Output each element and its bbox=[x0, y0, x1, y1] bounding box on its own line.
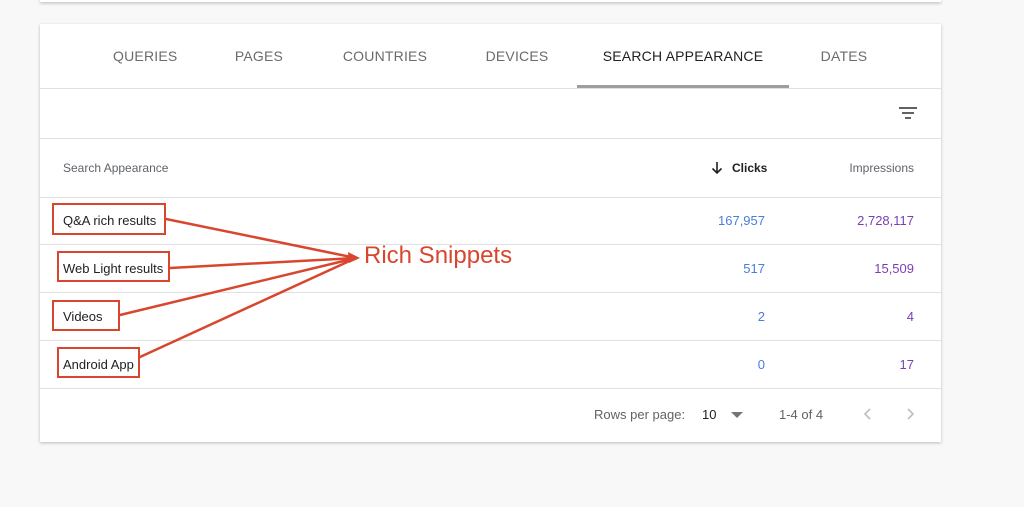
chevron-right-icon[interactable] bbox=[902, 406, 918, 422]
pagination-range: 1-4 of 4 bbox=[779, 407, 824, 422]
row-clicks: 0 bbox=[757, 357, 765, 372]
filter-icon[interactable] bbox=[896, 101, 920, 125]
row-clicks: 517 bbox=[743, 261, 765, 276]
tab-devices[interactable]: DEVICES bbox=[480, 24, 554, 88]
table-row[interactable]: Android App 0 17 bbox=[40, 341, 941, 389]
chevron-left-icon[interactable] bbox=[860, 406, 876, 422]
dropdown-arrow-icon[interactable] bbox=[731, 412, 743, 418]
tab-pages[interactable]: PAGES bbox=[230, 24, 288, 88]
highlight-box bbox=[57, 347, 140, 378]
tab-dates[interactable]: DATES bbox=[816, 24, 872, 88]
row-clicks: 167,957 bbox=[718, 213, 765, 228]
active-tab-indicator bbox=[577, 85, 789, 88]
column-header-search-appearance[interactable]: Search Appearance bbox=[63, 139, 168, 197]
rows-per-page-label: Rows per page: bbox=[594, 407, 686, 422]
tab-queries[interactable]: QUERIES bbox=[113, 24, 177, 88]
tab-search-appearance[interactable]: SEARCH APPEARANCE bbox=[577, 24, 789, 88]
tab-countries[interactable]: COUNTRIES bbox=[340, 24, 430, 88]
dimension-tabs: QUERIES PAGES COUNTRIES DEVICES SEARCH A… bbox=[40, 24, 941, 89]
table-row[interactable]: Q&A rich results 167,957 2,728,117 bbox=[40, 197, 941, 245]
performance-table-card: QUERIES PAGES COUNTRIES DEVICES SEARCH A… bbox=[40, 24, 941, 442]
row-impressions: 15,509 bbox=[874, 261, 914, 276]
rich-snippets-annotation: Rich Snippets bbox=[364, 242, 513, 269]
row-impressions: 2,728,117 bbox=[857, 213, 914, 228]
table-row[interactable]: Videos 2 4 bbox=[40, 293, 941, 341]
rows-per-page-select[interactable]: 10 bbox=[702, 387, 716, 442]
row-impressions: 4 bbox=[906, 309, 914, 324]
highlight-box bbox=[52, 203, 166, 235]
table-header: Search Appearance Clicks Impressions bbox=[40, 139, 941, 198]
column-header-impressions[interactable]: Impressions bbox=[820, 139, 914, 197]
row-impressions: 17 bbox=[899, 357, 914, 372]
pagination-bar: Rows per page: 10 1-4 of 4 bbox=[40, 387, 941, 442]
highlight-box bbox=[57, 251, 170, 282]
highlight-box bbox=[52, 300, 120, 331]
column-header-clicks[interactable]: Clicks bbox=[732, 139, 767, 197]
row-clicks: 2 bbox=[757, 309, 765, 324]
table-toolbar bbox=[40, 89, 941, 139]
previous-card-edge bbox=[40, 0, 941, 2]
arrow-down-icon bbox=[711, 162, 723, 175]
